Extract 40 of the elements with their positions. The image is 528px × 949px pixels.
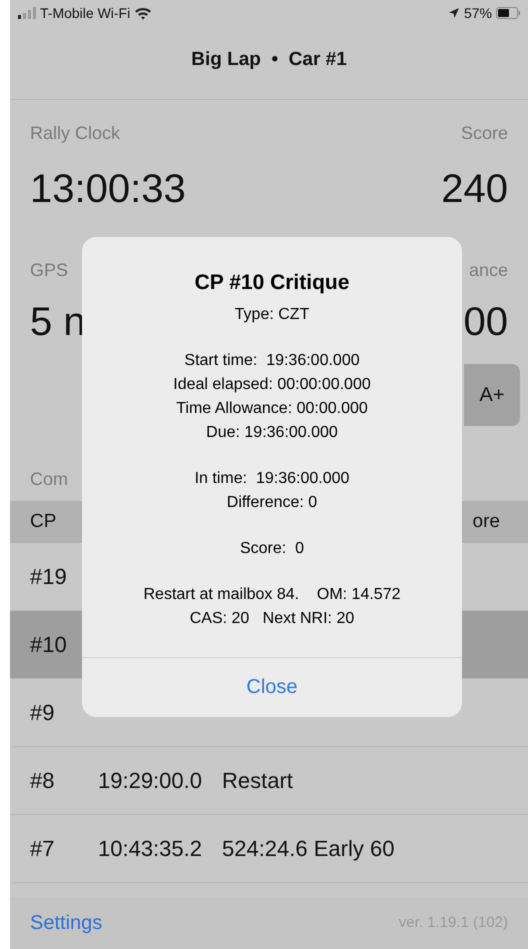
location-arrow-icon <box>448 7 460 19</box>
dialog-line: Difference: 0 <box>226 492 318 512</box>
row-cp: #19 <box>30 563 68 591</box>
row-time: 19:29:00.0 <box>98 767 202 795</box>
row-result: Restart <box>222 767 293 795</box>
signal-icon <box>18 7 36 19</box>
dialog-line: Type: CZT <box>234 304 310 324</box>
stat-value: 13:00:33 <box>30 166 186 213</box>
stat-label: Score <box>460 122 508 145</box>
row-cp: #10 <box>30 631 68 659</box>
dialog-line: Restart at mailbox 84. OM: 14.572 CAS: 20 Next NRI: 20 <box>142 584 402 628</box>
section-label: Com <box>30 469 68 489</box>
table-row[interactable]: #7 10:43:35.2 524:24.6 Early 60 <box>10 815 528 883</box>
column-header: CP <box>30 510 56 534</box>
row-cp: #7 <box>30 835 56 863</box>
row-cp: #9 <box>30 699 56 727</box>
close-button[interactable]: Close <box>82 656 462 716</box>
column-header: ore <box>472 510 501 534</box>
battery-percent: 57% <box>464 4 492 22</box>
dialog-line: Time Allowance: 00:00.000 <box>176 398 368 418</box>
dialog-title: CP #10 Critique <box>194 270 350 296</box>
row-cp: #8 <box>30 767 56 795</box>
table-row[interactable]: #8 19:29:00.0 Restart <box>10 747 528 815</box>
action-button[interactable]: A+ <box>464 364 520 426</box>
dialog-line: Score: 0 <box>240 538 304 558</box>
stat-label: Rally Clock <box>30 122 120 145</box>
stat-label: GPS <box>30 259 68 282</box>
row-result: 524:24.6 Early 60 <box>222 835 394 863</box>
stat-label: ance <box>468 259 508 282</box>
stat-value: 240 <box>441 166 508 213</box>
dialog-line: Ideal elapsed: 00:00:00.000 <box>173 374 371 394</box>
nav-title: Big Lap • Car #1 <box>191 48 347 72</box>
stat-value: 00 <box>464 299 508 346</box>
dialog-line: In time: 19:36:00.000 <box>194 468 350 488</box>
dialog-line: Start time: 19:36:00.000 <box>184 350 360 370</box>
carrier-name: T-Mobile Wi-Fi <box>40 4 130 22</box>
wifi-icon <box>134 6 152 20</box>
battery-icon <box>496 7 520 19</box>
dialog-line: Due: 19:36:00.000 <box>206 422 338 442</box>
row-time: 10:43:35.2 <box>98 835 202 863</box>
